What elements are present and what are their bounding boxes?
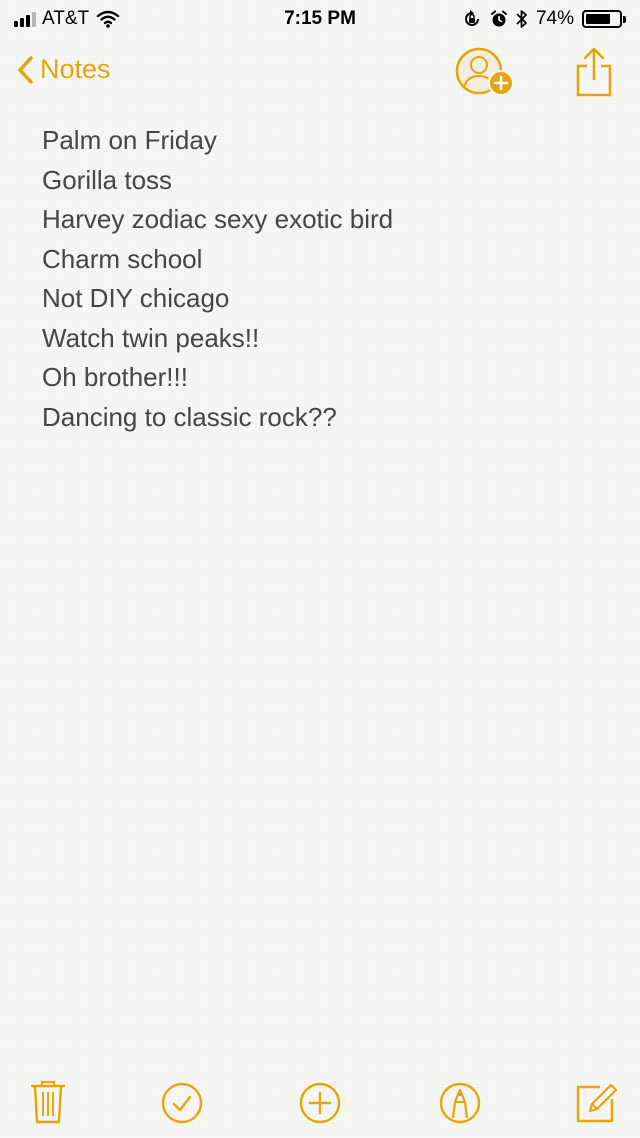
checklist-icon bbox=[161, 1082, 203, 1124]
bluetooth-icon bbox=[516, 10, 527, 28]
add-people-icon bbox=[455, 47, 514, 96]
status-left: AT&T bbox=[14, 8, 120, 30]
share-button[interactable] bbox=[574, 46, 614, 98]
add-attachment-button[interactable] bbox=[296, 1076, 344, 1124]
note-line[interactable]: Oh brother!!! bbox=[42, 358, 602, 398]
share-icon bbox=[576, 47, 612, 97]
back-button[interactable]: Notes bbox=[16, 54, 111, 85]
compose-button[interactable] bbox=[572, 1076, 620, 1124]
battery-icon bbox=[582, 10, 626, 28]
note-line[interactable]: Not DIY chicago bbox=[42, 279, 602, 319]
signal-bars-icon bbox=[14, 11, 36, 27]
status-bar: AT&T 7:15 PM 74% bbox=[0, 0, 640, 40]
add-people-button[interactable] bbox=[454, 46, 520, 100]
chevron-left-icon bbox=[18, 55, 33, 84]
note-line[interactable]: Watch twin peaks!! bbox=[42, 319, 602, 359]
orientation-lock-icon bbox=[465, 10, 479, 26]
navigation-bar: Notes bbox=[0, 40, 640, 106]
note-line[interactable]: Charm school bbox=[42, 240, 602, 280]
battery-percent: 74% bbox=[535, 8, 574, 29]
note-line[interactable]: Palm on Friday bbox=[42, 121, 602, 161]
compose-icon bbox=[576, 1083, 618, 1123]
back-button-label: Notes bbox=[40, 54, 111, 84]
note-line[interactable]: Dancing to classic rock?? bbox=[42, 398, 602, 438]
note-line[interactable]: Gorilla toss bbox=[42, 161, 602, 201]
note-line[interactable]: Harvey zodiac sexy exotic bird bbox=[42, 200, 602, 240]
alarm-icon bbox=[490, 10, 507, 27]
delete-button[interactable] bbox=[24, 1076, 72, 1124]
status-right: 74% bbox=[462, 8, 626, 30]
markup-icon bbox=[439, 1082, 481, 1124]
note-body[interactable]: Palm on Friday Gorilla toss Harvey zodia… bbox=[42, 121, 602, 437]
checklist-button[interactable] bbox=[158, 1076, 206, 1124]
add-icon bbox=[299, 1082, 341, 1124]
bottom-toolbar bbox=[0, 1070, 640, 1130]
markup-button[interactable] bbox=[436, 1076, 484, 1124]
carrier-label: AT&T bbox=[42, 8, 90, 29]
wifi-icon bbox=[96, 10, 120, 28]
trash-icon bbox=[30, 1080, 66, 1124]
